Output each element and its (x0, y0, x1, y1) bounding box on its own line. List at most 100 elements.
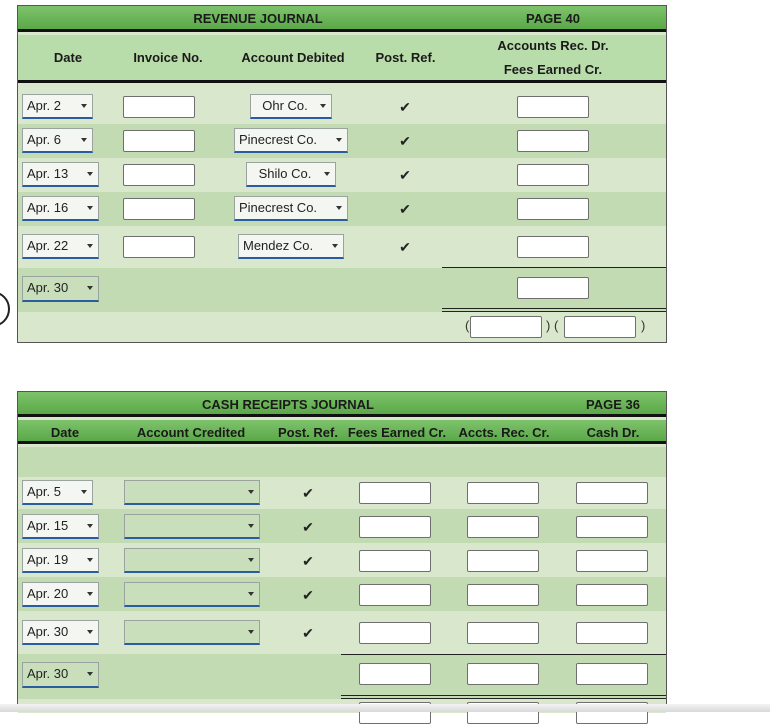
total-row (18, 654, 666, 699)
account-credited-select[interactable] (124, 582, 260, 607)
total-cash-input[interactable] (576, 663, 648, 685)
fees-earned-input[interactable] (359, 622, 431, 644)
accts-rec-input[interactable] (467, 550, 539, 572)
revenue-journal-page: PAGE 40 (526, 11, 580, 26)
post-ref-input-debit[interactable] (470, 316, 542, 338)
col-header-account-credited: Account Credited (136, 425, 246, 440)
date-value: Apr. 30 (27, 666, 69, 681)
amount-input[interactable] (517, 130, 589, 152)
chevron-down-icon (87, 206, 93, 210)
chevron-down-icon (248, 490, 254, 494)
date-select[interactable]: Apr. 30 (22, 662, 99, 688)
revenue-journal-title: REVENUE JOURNAL (193, 11, 323, 26)
date-select[interactable]: Apr. 5 (22, 480, 93, 505)
account-debited-select[interactable]: Ohr Co. (250, 94, 332, 119)
check-icon: ✔ (399, 201, 411, 217)
accts-rec-input[interactable] (467, 482, 539, 504)
col-header-post-ref: Post. Ref. (278, 425, 338, 440)
cash-receipts-title: CASH RECEIPTS JOURNAL (202, 397, 374, 412)
accts-rec-input[interactable] (467, 516, 539, 538)
accts-rec-input[interactable] (467, 584, 539, 606)
invoice-input[interactable] (123, 164, 195, 186)
cash-input[interactable] (576, 622, 648, 644)
account-debited-select[interactable]: Shilo Co. (246, 162, 336, 187)
chevron-down-icon (332, 244, 338, 248)
date-select[interactable]: Apr. 20 (22, 582, 99, 607)
date-select[interactable]: Apr. 30 (22, 276, 99, 302)
amount-input[interactable] (517, 96, 589, 118)
date-value: Apr. 30 (27, 280, 69, 295)
col-header-fees-earned: Fees Earned Cr. (503, 62, 603, 77)
check-icon: ✔ (399, 133, 411, 149)
account-debited-select[interactable]: Pinecrest Co. (234, 128, 348, 153)
date-value: Apr. 13 (27, 166, 69, 181)
date-value: Apr. 6 (27, 132, 61, 147)
date-select[interactable]: Apr. 15 (22, 514, 99, 539)
revenue-journal: REVENUE JOURNAL PAGE 40 Date Invoice No.… (17, 5, 667, 343)
post-ref-input-credit[interactable] (564, 316, 636, 338)
account-credited-select[interactable] (124, 514, 260, 539)
chevron-down-icon (87, 172, 93, 176)
account-debited-select[interactable]: Mendez Co. (238, 234, 344, 259)
chevron-down-icon (248, 524, 254, 528)
date-value: Apr. 16 (27, 200, 69, 215)
invoice-input[interactable] (123, 236, 195, 258)
date-value: Apr. 30 (27, 624, 69, 639)
date-value: Apr. 22 (27, 238, 69, 253)
invoice-input[interactable] (123, 96, 195, 118)
chevron-down-icon (87, 630, 93, 634)
chevron-down-icon (87, 524, 93, 528)
invoice-input[interactable] (123, 130, 195, 152)
date-select[interactable]: Apr. 30 (22, 620, 99, 645)
chevron-down-icon (81, 138, 87, 142)
account-credited-select[interactable] (124, 548, 260, 573)
total-rule (442, 308, 666, 309)
chevron-down-icon (87, 286, 93, 290)
account-credited-select[interactable] (124, 620, 260, 645)
account-credited-select[interactable] (124, 480, 260, 505)
date-select[interactable]: Apr. 2 (22, 94, 93, 119)
date-select[interactable]: Apr. 16 (22, 196, 99, 221)
chevron-down-icon (320, 104, 326, 108)
post-ref-paren-close: ) (641, 318, 646, 333)
date-select[interactable]: Apr. 6 (22, 128, 93, 153)
account-debited-select[interactable]: Pinecrest Co. (234, 196, 348, 221)
cash-input[interactable] (576, 516, 648, 538)
invoice-input[interactable] (123, 198, 195, 220)
date-select[interactable]: Apr. 22 (22, 234, 99, 259)
post-ref-paren-open: ( (465, 318, 470, 333)
chevron-down-icon (248, 592, 254, 596)
accts-rec-input[interactable] (467, 622, 539, 644)
check-icon: ✔ (302, 553, 314, 569)
total-amount-input[interactable] (517, 277, 589, 299)
fees-earned-input[interactable] (359, 516, 431, 538)
col-header-date: Date (53, 50, 83, 65)
account-value: Mendez Co. (243, 238, 314, 253)
col-header-post-ref: Post. Ref. (375, 50, 436, 65)
account-value: Pinecrest Co. (239, 200, 318, 215)
amount-input[interactable] (517, 198, 589, 220)
total-accts-rec-input[interactable] (467, 663, 539, 685)
chevron-down-icon (336, 206, 342, 210)
chevron-down-icon (87, 592, 93, 596)
amount-input[interactable] (517, 236, 589, 258)
fees-earned-input[interactable] (359, 550, 431, 572)
cash-input[interactable] (576, 550, 648, 572)
amount-input[interactable] (517, 164, 589, 186)
account-value: Shilo Co. (258, 166, 312, 181)
cash-input[interactable] (576, 482, 648, 504)
total-rule (442, 267, 666, 268)
total-rule (341, 698, 666, 699)
date-select[interactable]: Apr. 19 (22, 548, 99, 573)
date-value: Apr. 19 (27, 552, 69, 567)
spacer-row (18, 447, 666, 477)
table-row (18, 543, 666, 577)
fees-earned-input[interactable] (359, 482, 431, 504)
total-fees-earned-input[interactable] (359, 663, 431, 685)
fees-earned-input[interactable] (359, 584, 431, 606)
table-row (18, 577, 666, 611)
chevron-down-icon (81, 104, 87, 108)
cash-input[interactable] (576, 584, 648, 606)
chevron-down-icon (336, 138, 342, 142)
date-select[interactable]: Apr. 13 (22, 162, 99, 187)
